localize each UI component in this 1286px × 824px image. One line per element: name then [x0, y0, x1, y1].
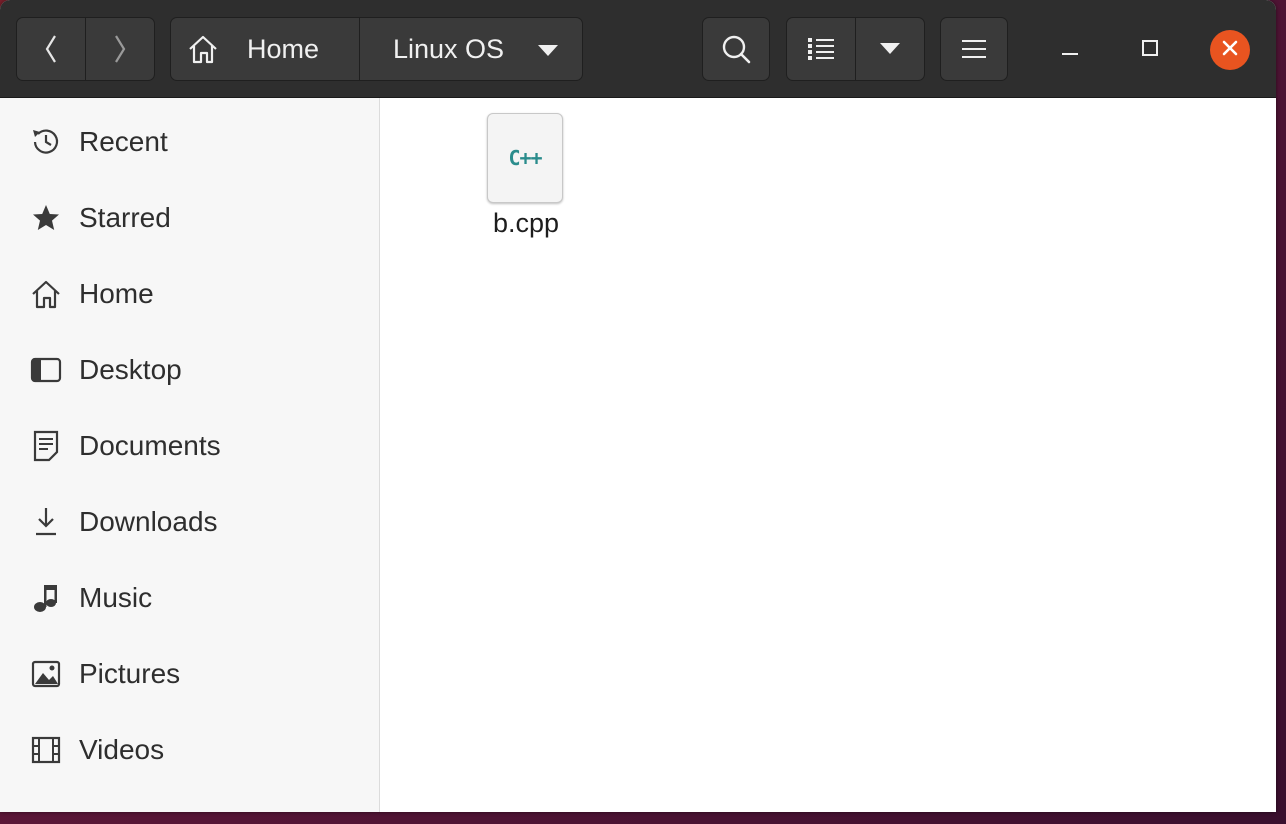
- chevron-down-icon: [880, 43, 900, 55]
- file-manager-window: Home Linux OS Recent Starred Home Deskto…: [0, 0, 1276, 812]
- document-icon: [30, 430, 62, 462]
- film-icon: [30, 734, 62, 766]
- sidebar-item-label: Home: [79, 278, 154, 309]
- sidebar-item-home[interactable]: Home: [0, 264, 379, 324]
- sidebar-item-documents[interactable]: Documents: [0, 416, 379, 476]
- sidebar: Recent Starred Home Desktop Documents Do…: [0, 98, 380, 812]
- music-note-icon: [30, 582, 62, 614]
- header-bar: Home Linux OS: [0, 0, 1276, 98]
- sidebar-item-starred[interactable]: Starred: [0, 188, 379, 248]
- home-icon: [30, 278, 62, 310]
- sidebar-item-label: Videos: [79, 734, 165, 765]
- maximize-icon: [1140, 38, 1160, 63]
- main-menu-button[interactable]: [940, 17, 1008, 81]
- search-button[interactable]: [702, 17, 770, 81]
- download-icon: [30, 506, 62, 538]
- sidebar-item-label: Documents: [79, 430, 221, 461]
- breadcrumb-home[interactable]: Home: [170, 17, 360, 81]
- chevron-left-icon: [44, 34, 58, 64]
- sidebar-item-label: Downloads: [79, 506, 218, 537]
- sidebar-item-pictures[interactable]: Pictures: [0, 644, 379, 704]
- breadcrumb-current-label: Linux OS: [393, 33, 505, 64]
- view-options-button[interactable]: [855, 17, 925, 81]
- sidebar-item-label: Pictures: [79, 658, 181, 689]
- star-icon: [30, 202, 62, 234]
- picture-icon: [30, 658, 62, 690]
- chevron-right-icon: [113, 34, 127, 64]
- sidebar-item-downloads[interactable]: Downloads: [0, 492, 379, 552]
- sidebar-item-music[interactable]: Music: [0, 568, 379, 628]
- hamburger-menu-icon: [962, 39, 986, 59]
- back-button[interactable]: [16, 17, 86, 81]
- sidebar-item-label: Desktop: [79, 354, 182, 385]
- file-name: b.cpp: [492, 208, 560, 238]
- minimize-button[interactable]: [1050, 30, 1090, 70]
- sidebar-item-desktop[interactable]: Desktop: [0, 340, 379, 400]
- search-icon: [721, 34, 751, 64]
- file-view[interactable]: C++ b.cpp: [380, 98, 1276, 812]
- forward-button[interactable]: [85, 17, 155, 81]
- minimize-icon: [1060, 38, 1080, 63]
- desktop-icon: [30, 354, 62, 386]
- sidebar-item-label: Music: [79, 582, 153, 613]
- sidebar-item-videos[interactable]: Videos: [0, 720, 379, 780]
- home-icon: [187, 34, 219, 64]
- cpp-file-icon: C++: [487, 113, 563, 203]
- list-view-button[interactable]: [786, 17, 856, 81]
- close-button[interactable]: [1210, 30, 1250, 70]
- chevron-down-icon: [538, 45, 558, 57]
- clock-icon: [30, 126, 62, 158]
- file-item[interactable]: C++ b.cpp: [480, 112, 572, 244]
- sidebar-item-recent[interactable]: Recent: [0, 112, 379, 172]
- sidebar-item-label: Starred: [79, 202, 171, 233]
- maximize-button[interactable]: [1130, 30, 1170, 70]
- breadcrumb-current[interactable]: Linux OS: [359, 17, 583, 81]
- file-icon-text: C++: [508, 146, 542, 170]
- sidebar-item-label: Recent: [79, 126, 168, 157]
- list-view-icon: [807, 37, 835, 61]
- breadcrumb-home-label: Home: [247, 33, 320, 64]
- close-icon: [1221, 39, 1239, 62]
